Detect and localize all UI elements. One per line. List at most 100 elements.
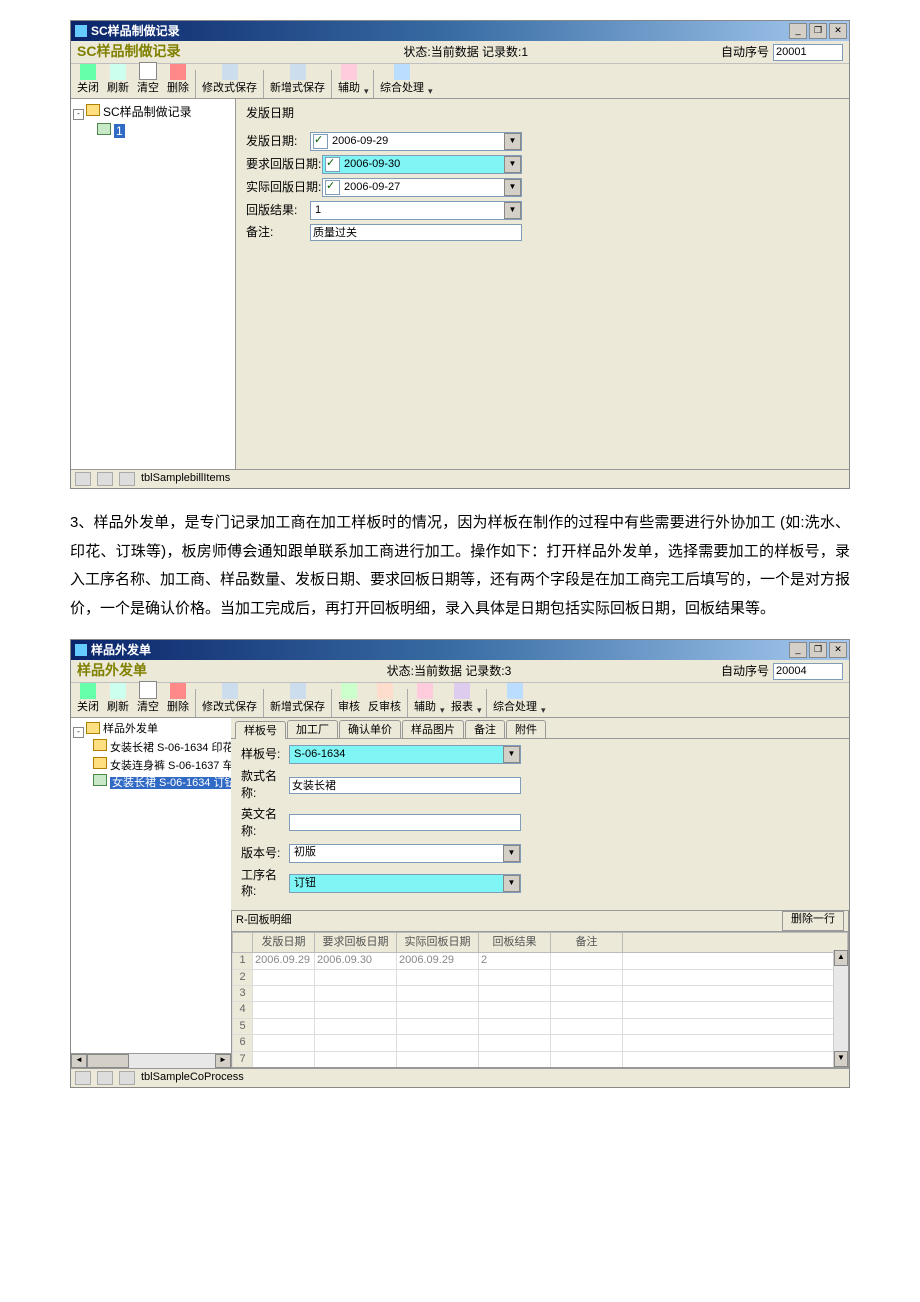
- eng-name-field[interactable]: [289, 814, 521, 831]
- window-sc-sample-record: SC样品制做记录 _ ❐ ✕ SC样品制做记录 状态:当前数据 记录数:1 自动…: [70, 20, 850, 489]
- grid-row[interactable]: 5: [233, 1018, 848, 1034]
- titlebar[interactable]: SC样品制做记录 _ ❐ ✕: [71, 21, 849, 41]
- delete-tool[interactable]: 删除: [163, 64, 193, 98]
- issue-date-field[interactable]: 2006-09-29▼: [310, 132, 522, 151]
- titlebar[interactable]: 样品外发单 _ ❐ ✕: [71, 640, 849, 660]
- statusbar-icon: [97, 1071, 113, 1085]
- process-tool[interactable]: 综合处理: [376, 64, 428, 98]
- tab-remark[interactable]: 备注: [465, 720, 505, 738]
- process-dropdown-icon[interactable]: [541, 701, 548, 717]
- close-button[interactable]: ✕: [829, 23, 847, 39]
- remark-field[interactable]: [310, 224, 522, 241]
- save-edit-tool[interactable]: 修改式保存: [198, 64, 261, 98]
- check-icon[interactable]: [325, 157, 340, 172]
- aux-icon: [417, 683, 433, 699]
- label-req-date: 要求回版日期:: [246, 156, 322, 173]
- aux-tool[interactable]: 辅助: [334, 64, 364, 98]
- dropdown-icon[interactable]: ▼: [503, 875, 520, 892]
- tab-factory[interactable]: 加工厂: [287, 720, 338, 738]
- clear-tool[interactable]: 清空: [133, 62, 163, 98]
- delete-icon: [170, 64, 186, 80]
- close-tool[interactable]: 关闭: [73, 683, 103, 717]
- tree-root[interactable]: -样品外发单: [73, 722, 233, 739]
- right-panel: 样板号 加工厂 确认单价 样品图片 备注 附件 样板号:S-06-1634▼ 款…: [231, 718, 849, 1068]
- grid-row[interactable]: 12006.09.292006.09.302006.09.292: [233, 953, 848, 969]
- minimize-button[interactable]: _: [789, 23, 807, 39]
- grid-row[interactable]: 2: [233, 969, 848, 985]
- tree-child[interactable]: 1: [73, 122, 233, 141]
- process-tool[interactable]: 综合处理: [489, 683, 541, 717]
- dropdown-icon[interactable]: ▼: [504, 179, 521, 196]
- dropdown-icon[interactable]: ▼: [504, 133, 521, 150]
- auto-seq-field[interactable]: [773, 663, 843, 680]
- refresh-tool[interactable]: 刷新: [103, 683, 133, 717]
- version-field[interactable]: 初版▼: [289, 844, 521, 863]
- minimize-button[interactable]: _: [789, 642, 807, 658]
- grid-row[interactable]: 3: [233, 985, 848, 1001]
- close-tool[interactable]: 关闭: [73, 64, 103, 98]
- label-issue-date: 发版日期:: [246, 133, 310, 150]
- tree-item[interactable]: 女装连身裤 S-06-1637 车花: [73, 757, 233, 774]
- col-act-date[interactable]: 实际回板日期: [397, 933, 479, 953]
- grid-row[interactable]: 8: [233, 1067, 848, 1068]
- aux-dropdown-icon[interactable]: [364, 82, 371, 98]
- app-title: SC样品制做记录: [77, 42, 180, 62]
- refresh-icon: [110, 683, 126, 699]
- save-new-tool[interactable]: 新增式保存: [266, 683, 329, 717]
- close-button[interactable]: ✕: [829, 642, 847, 658]
- dropdown-icon[interactable]: ▼: [503, 746, 520, 763]
- process-name-field[interactable]: 订钮▼: [289, 874, 521, 893]
- tab-attach[interactable]: 附件: [506, 720, 546, 738]
- tree-root[interactable]: -SC样品制做记录: [73, 103, 233, 122]
- dropdown-icon[interactable]: ▼: [504, 202, 521, 219]
- actual-return-date-field[interactable]: 2006-09-27▼: [322, 178, 522, 197]
- folder-icon: [93, 757, 107, 769]
- grid-row[interactable]: 6: [233, 1035, 848, 1051]
- save-icon: [222, 683, 238, 699]
- maximize-button[interactable]: ❐: [809, 23, 827, 39]
- return-result-field[interactable]: 1▼: [310, 201, 522, 220]
- req-return-date-field[interactable]: 2006-09-30▼: [322, 155, 522, 174]
- delete-row-button[interactable]: 删除一行: [782, 911, 844, 931]
- clear-tool[interactable]: 清空: [133, 681, 163, 717]
- refresh-tool[interactable]: 刷新: [103, 64, 133, 98]
- unaudit-tool[interactable]: 反审核: [364, 683, 405, 717]
- aux-dropdown-icon[interactable]: [440, 701, 447, 717]
- tab-image[interactable]: 样品图片: [402, 720, 464, 738]
- dropdown-icon[interactable]: ▼: [503, 845, 520, 862]
- maximize-button[interactable]: ❐: [809, 642, 827, 658]
- delete-tool[interactable]: 删除: [163, 683, 193, 717]
- dropdown-icon[interactable]: ▼: [504, 156, 521, 173]
- grid-row[interactable]: 4: [233, 1002, 848, 1018]
- report-dropdown-icon[interactable]: [477, 701, 484, 717]
- sample-no-field[interactable]: S-06-1634▼: [289, 745, 521, 764]
- save-edit-tool[interactable]: 修改式保存: [198, 683, 261, 717]
- audit-tool[interactable]: 审核: [334, 683, 364, 717]
- tree-item[interactable]: 女装长裙 S-06-1634 订钮: [73, 774, 233, 791]
- tab-price[interactable]: 确认单价: [339, 720, 401, 738]
- description-paragraph: 3、样品外发单，是专门记录加工商在加工样板时的情况，因为样板在制作的过程中有些需…: [70, 509, 850, 623]
- grid-row[interactable]: 7: [233, 1051, 848, 1067]
- check-icon[interactable]: [325, 180, 340, 195]
- col-issue-date[interactable]: 发版日期: [253, 933, 315, 953]
- check-icon[interactable]: [313, 134, 328, 149]
- aux-tool[interactable]: 辅助: [410, 683, 440, 717]
- col-req-date[interactable]: 要求回板日期: [315, 933, 397, 953]
- process-dropdown-icon[interactable]: [428, 82, 435, 98]
- tree-item[interactable]: 女装长裙 S-06-1634 印花: [73, 739, 233, 756]
- tree-hscrollbar[interactable]: ◄►: [71, 1053, 231, 1068]
- clear-icon: [139, 62, 157, 80]
- auto-seq-field[interactable]: [773, 44, 843, 61]
- save-new-tool[interactable]: 新增式保存: [266, 64, 329, 98]
- label-remark: 备注:: [246, 224, 310, 241]
- col-remark[interactable]: 备注: [551, 933, 623, 953]
- label-version: 版本号:: [241, 845, 289, 862]
- col-result[interactable]: 回板结果: [479, 933, 551, 953]
- header-row: SC样品制做记录 状态:当前数据 记录数:1 自动序号: [71, 41, 849, 64]
- grid-vscrollbar[interactable]: ▲▼: [833, 950, 848, 1067]
- delete-icon: [170, 683, 186, 699]
- style-name-field[interactable]: [289, 777, 521, 794]
- report-tool[interactable]: 报表: [447, 683, 477, 717]
- tab-sample-no[interactable]: 样板号: [235, 721, 286, 739]
- folder-icon: [86, 722, 100, 734]
